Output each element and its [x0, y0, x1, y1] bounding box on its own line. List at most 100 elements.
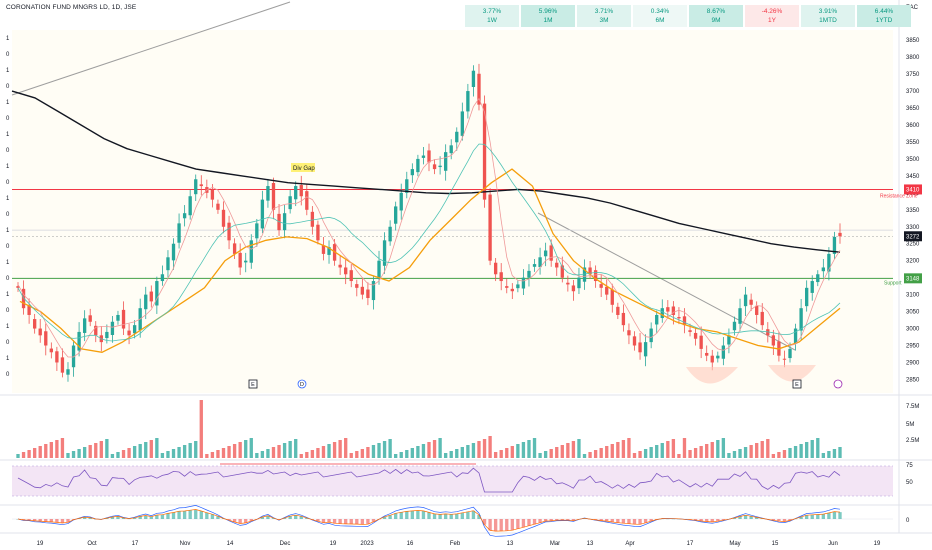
performance-cell-3m[interactable]: 3.71% 3M — [577, 5, 631, 27]
volume-bar — [38, 446, 42, 458]
price-tick-label: 3650 — [906, 106, 920, 112]
performance-value: -4.26% — [761, 8, 783, 15]
volume-bar — [49, 442, 53, 458]
candle-body — [705, 352, 709, 356]
volume-bar — [294, 439, 298, 458]
volume-tick-label: 5M — [906, 422, 914, 428]
macd-histogram-bar — [166, 513, 170, 519]
volume-bar — [127, 448, 131, 458]
volume-bar — [321, 446, 326, 458]
left-axis-fragment: 0 — [6, 212, 10, 218]
candle-body — [60, 357, 65, 373]
performance-cell-1ytd[interactable]: 6.44% 1YTD — [857, 5, 911, 27]
candle-body — [493, 262, 498, 275]
performance-cell-1m[interactable]: 5.96% 1M — [521, 5, 575, 27]
candle-body — [416, 158, 420, 173]
left-axis-fragment: 0 — [6, 148, 10, 154]
left-axis-fragment: 0 — [6, 244, 10, 250]
performance-cell-6m[interactable]: 0.34% 6M — [633, 5, 687, 27]
left-axis-fragment: 0 — [6, 308, 10, 314]
volume-bar — [194, 441, 198, 458]
volume-bar — [105, 439, 109, 458]
volume-bar — [699, 446, 703, 458]
macd-histogram-bar — [199, 511, 203, 519]
price-chart-canvas[interactable]: 2850290029503000305031003150320032503300… — [0, 0, 932, 550]
candle-body — [810, 281, 814, 293]
volume-tick-label: 2.5M — [906, 438, 919, 444]
candle-body — [805, 287, 809, 307]
volume-bar — [177, 447, 181, 458]
volume-bar — [316, 448, 320, 458]
volume-bar — [449, 451, 453, 458]
price-tick-label: 3300 — [906, 225, 920, 231]
candle-body — [366, 289, 370, 299]
macd-histogram-bar — [632, 519, 637, 525]
candle-body — [166, 257, 170, 271]
macd-histogram-bar — [55, 519, 59, 523]
volume-bar — [305, 452, 309, 458]
performance-cell-1mtd[interactable]: 3.91% 1MTD — [801, 5, 855, 27]
macd-histogram-bar — [516, 519, 520, 529]
volume-bar — [593, 450, 598, 458]
candle-body — [732, 321, 737, 331]
volume-bar — [255, 453, 259, 458]
left-axis-fragment: 0 — [6, 84, 10, 90]
candle-body — [355, 284, 359, 288]
macd-histogram-bar — [527, 519, 531, 526]
left-axis-fragment: 0 — [6, 52, 10, 58]
volume-bar — [793, 446, 798, 458]
candle-body — [660, 308, 664, 319]
volume-bar — [166, 451, 170, 458]
time-tick-label: Apr — [625, 541, 634, 547]
volume-bar — [299, 454, 303, 458]
volume-bar — [249, 438, 253, 458]
volume-bar — [21, 452, 26, 458]
macd-histogram-bar — [521, 519, 526, 528]
candle-body — [377, 260, 381, 280]
volume-bar — [155, 438, 159, 458]
volume-bar — [416, 446, 420, 458]
candle-body — [249, 240, 253, 263]
left-axis-fragment: 1 — [6, 196, 10, 202]
volume-bar — [232, 444, 237, 458]
candle-body — [349, 270, 353, 282]
macd-histogram-bar — [205, 512, 209, 519]
candle-body — [177, 223, 181, 243]
candle-body — [182, 213, 187, 219]
candle-body — [132, 325, 137, 334]
candle-body — [32, 319, 37, 329]
candle-body — [782, 358, 787, 360]
volume-bar — [688, 450, 692, 458]
candle-body — [449, 145, 453, 154]
macd-histogram-bar — [616, 519, 620, 523]
volume-bar — [205, 454, 209, 458]
macd-histogram-bar — [188, 510, 192, 519]
candle-body — [299, 185, 303, 197]
volume-bar — [538, 453, 542, 458]
candle-body — [616, 306, 620, 315]
performance-cell-1w[interactable]: 3.77% 1W — [465, 5, 519, 27]
candle-body — [266, 186, 270, 201]
left-axis-fragment: 1 — [6, 100, 10, 106]
performance-cell-1y[interactable]: -4.26% 1Y — [745, 5, 799, 27]
price-tick-label: 3800 — [906, 55, 920, 61]
volume-bar — [182, 445, 187, 458]
performance-value: 0.34% — [650, 8, 670, 15]
macd-histogram-bar — [399, 512, 403, 519]
volume-bar — [410, 448, 415, 458]
macd-histogram-bar — [427, 512, 431, 519]
symbol-title[interactable]: CORONATION FUND MNGRS LD, 1D, JSE — [6, 4, 136, 11]
volume-bar — [627, 438, 631, 458]
macd-histogram-bar — [160, 514, 165, 519]
volume-bar — [705, 444, 709, 458]
volume-bar — [349, 453, 353, 458]
candle-body — [127, 330, 131, 336]
macd-histogram-bar — [405, 511, 409, 519]
price-tick-label: 2900 — [906, 360, 920, 366]
volume-bar — [221, 448, 226, 458]
performance-cell-9m[interactable]: 8.67% 9M — [689, 5, 743, 27]
volume-bar — [371, 445, 376, 458]
volume-bar — [666, 441, 670, 458]
time-tick-label: 13 — [587, 541, 594, 547]
left-axis-fragment: 1 — [6, 356, 10, 362]
